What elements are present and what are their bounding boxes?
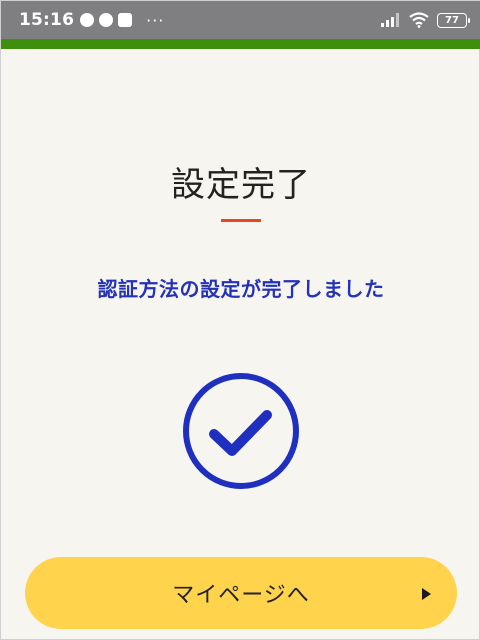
status-bar: 15:16 ··· 77	[1, 1, 480, 39]
status-system-icons: 77	[381, 12, 470, 28]
signal-icon	[381, 13, 399, 27]
my-page-button-label: マイページへ	[172, 582, 310, 607]
status-notification-icons	[80, 13, 133, 27]
battery-icon: 77	[437, 12, 470, 28]
check-circle-icon	[181, 371, 301, 491]
title-underline	[221, 219, 261, 222]
page-title: 設定完了	[171, 165, 311, 205]
my-page-button[interactable]: マイページへ	[25, 557, 457, 629]
notification-icon	[80, 13, 95, 27]
more-notifications-icon: ···	[146, 10, 165, 30]
header-accent-bar	[1, 39, 480, 49]
status-time: 15:16	[19, 10, 75, 30]
check-icon	[183, 373, 299, 489]
app-icon	[118, 13, 133, 27]
battery-level: 77	[445, 14, 459, 26]
play-arrow-icon	[422, 588, 431, 600]
line-app-icon	[99, 13, 114, 27]
completion-message: 認証方法の設定が完了しました	[97, 277, 385, 301]
wifi-icon	[409, 12, 429, 28]
